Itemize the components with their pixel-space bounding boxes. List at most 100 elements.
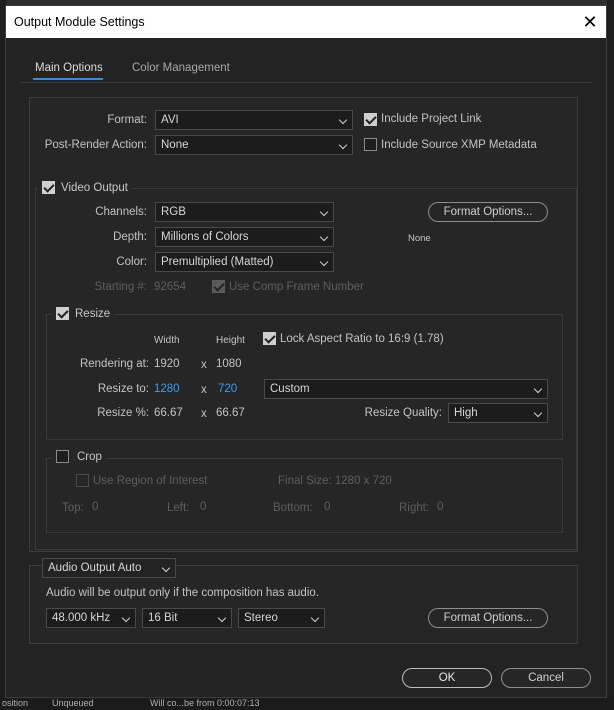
post-render-dropdown[interactable]: None — [155, 135, 353, 155]
rendering-at-label: Rendering at: — [79, 358, 149, 370]
video-output-header: Video Output — [38, 180, 132, 196]
resize-checkbox[interactable] — [56, 307, 69, 320]
crop-left-label: Left: — [167, 502, 190, 514]
audio-channels-dropdown[interactable]: Stereo — [238, 608, 325, 628]
channels-label: Channels: — [95, 206, 147, 218]
use-roi-label: Use Region of Interest — [93, 475, 208, 487]
tab-color-management[interactable]: Color Management — [132, 62, 230, 74]
resize-percent-height: 66.67 — [216, 407, 245, 419]
crop-right-label: Right: — [399, 502, 430, 514]
depth-dropdown[interactable]: Millions of Colors — [155, 227, 334, 247]
output-module-dialog: Output Module Settings ✕ Main Options Co… — [5, 5, 607, 698]
resize-percent-label: Resize %: — [97, 407, 149, 419]
crop-label: Crop — [77, 451, 102, 463]
crop-checkbox[interactable] — [56, 450, 69, 463]
audio-output-value: Audio Output Auto — [48, 562, 142, 574]
depth-label: Depth: — [113, 231, 147, 243]
resize-label: Resize — [75, 308, 111, 320]
rendering-width: 1920 — [154, 358, 180, 370]
crop-bottom-value[interactable]: 0 — [324, 501, 330, 513]
use-roi-checkbox[interactable] — [76, 474, 89, 487]
chevron-down-icon — [319, 207, 329, 217]
chevron-down-icon — [533, 384, 543, 394]
depth-value: Millions of Colors — [161, 231, 249, 243]
chevron-down-icon — [533, 408, 543, 418]
include-xmp-checkbox[interactable] — [364, 138, 377, 151]
close-icon: ✕ — [582, 12, 598, 32]
tab-divider — [20, 82, 592, 83]
crop-final-size: Final Size: 1280 x 720 — [278, 475, 392, 487]
include-project-link-label: Include Project Link — [381, 113, 482, 125]
include-project-link-checkbox[interactable] — [364, 113, 377, 126]
audio-bits-dropdown[interactable]: 16 Bit — [142, 608, 232, 628]
resize-preset-dropdown[interactable]: Custom — [264, 379, 548, 399]
width-header: Width — [154, 335, 180, 346]
resize-preset-value: Custom — [270, 383, 310, 395]
active-tab-indicator — [33, 78, 103, 80]
audio-bits-value: 16 Bit — [148, 612, 178, 624]
resize-width-field[interactable]: 1280 — [154, 383, 180, 395]
resize-quality-label: Resize Quality: — [364, 407, 442, 419]
audio-rate-dropdown[interactable]: 48.000 kHz — [46, 608, 136, 628]
starting-number-label: Starting #: — [94, 281, 147, 293]
ok-button[interactable]: OK — [402, 668, 492, 688]
resize-header: Resize — [52, 306, 115, 322]
use-comp-frame-label: Use Comp Frame Number — [229, 281, 364, 293]
codec-note: None — [408, 233, 431, 244]
channels-value: RGB — [161, 206, 186, 218]
crop-top-value[interactable]: 0 — [92, 501, 98, 513]
audio-format-options-button[interactable]: Format Options... — [428, 608, 548, 628]
resize-quality-dropdown[interactable]: High — [448, 403, 548, 423]
bg-text-log: Will co...be from 0:00:07:13 — [150, 698, 260, 708]
crop-left-value[interactable]: 0 — [200, 501, 206, 513]
post-render-value: None — [161, 139, 189, 151]
video-output-checkbox[interactable] — [42, 181, 55, 194]
format-label: Format: — [107, 114, 147, 126]
audio-rate-value: 48.000 kHz — [52, 612, 111, 624]
chevron-down-icon — [121, 613, 131, 623]
resize-quality-value: High — [454, 407, 478, 419]
channels-dropdown[interactable]: RGB — [155, 202, 334, 222]
video-output-label: Video Output — [61, 182, 128, 194]
bg-text-position: osition — [2, 698, 29, 708]
use-comp-frame-checkbox[interactable] — [212, 280, 225, 293]
resize-to-label: Resize to: — [97, 383, 149, 395]
crop-group — [46, 458, 563, 533]
crop-top-label: Top: — [62, 502, 84, 514]
chevron-down-icon — [217, 613, 227, 623]
chevron-down-icon — [161, 563, 171, 573]
rendering-height: 1080 — [216, 358, 242, 370]
tab-main-options[interactable]: Main Options — [35, 62, 103, 74]
lock-aspect-checkbox[interactable] — [263, 332, 276, 345]
crop-right-value[interactable]: 0 — [437, 501, 443, 513]
audio-channels-value: Stereo — [244, 612, 278, 624]
resize-x: x — [201, 384, 207, 396]
chevron-down-icon — [338, 140, 348, 150]
format-value: AVI — [161, 114, 179, 126]
background-app-status: osition Unqueued Will co...be from 0:00:… — [0, 697, 614, 710]
color-dropdown[interactable]: Premultiplied (Matted) — [155, 252, 334, 272]
background-app-right — [607, 0, 614, 710]
chevron-down-icon — [319, 257, 329, 267]
color-label: Color: — [116, 256, 147, 268]
video-format-options-button[interactable]: Format Options... — [428, 202, 548, 222]
resize-height-field[interactable]: 720 — [218, 383, 237, 395]
rendering-x: x — [201, 359, 207, 371]
lock-aspect-label: Lock Aspect Ratio to 16:9 (1.78) — [280, 333, 444, 345]
post-render-label: Post-Render Action: — [44, 139, 147, 151]
crop-header: Crop — [52, 449, 106, 465]
include-xmp-label: Include Source XMP Metadata — [381, 139, 537, 151]
audio-note: Audio will be output only if the composi… — [46, 587, 319, 599]
close-button[interactable]: ✕ — [578, 10, 602, 34]
percent-x: x — [201, 408, 207, 420]
title-bar[interactable]: Output Module Settings ✕ — [6, 6, 606, 38]
color-value: Premultiplied (Matted) — [161, 256, 274, 268]
starting-number-value[interactable]: 92654 — [154, 281, 186, 293]
resize-percent-width: 66.67 — [154, 407, 183, 419]
format-dropdown[interactable]: AVI — [155, 110, 353, 130]
audio-output-dropdown[interactable]: Audio Output Auto — [42, 558, 176, 578]
cancel-button[interactable]: Cancel — [501, 668, 591, 688]
chevron-down-icon — [310, 613, 320, 623]
bg-text-status: Unqueued — [52, 698, 94, 708]
chevron-down-icon — [338, 115, 348, 125]
